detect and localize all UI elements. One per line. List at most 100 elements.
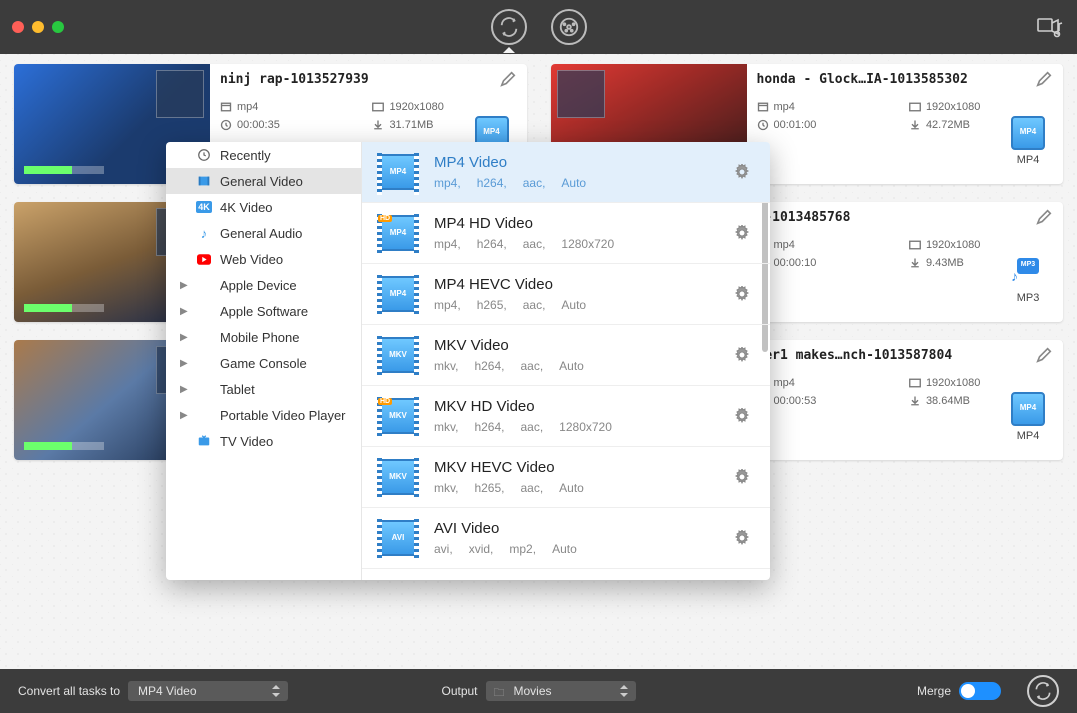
category-item[interactable]: ♪General Audio — [166, 220, 361, 246]
edit-icon[interactable] — [1035, 346, 1053, 364]
output-label: Output — [441, 684, 477, 698]
output-format-badge[interactable]: MP4 — [1011, 392, 1045, 442]
gear-icon[interactable] — [734, 469, 750, 485]
task-meta: mp4 1920x1080 00:00:35 31.71MB — [220, 101, 517, 131]
category-label: Portable Video Player — [220, 408, 346, 423]
format-icon: MKV — [378, 459, 418, 495]
format-name: MP4 HD Video — [434, 215, 630, 232]
format-item[interactable]: HDMKV MKV HD Video mkv,h264,aac,1280x720 — [362, 386, 770, 447]
merge-toggle[interactable] — [959, 682, 1001, 700]
format-name: MP4 HEVC Video — [434, 276, 602, 293]
convert-tab-icon[interactable] — [491, 9, 527, 45]
format-picker-popup: Recently General Video 4K 4K Video ♪General … — [166, 142, 770, 580]
category-item[interactable]: ▶Game Console — [166, 350, 361, 376]
edit-icon[interactable] — [499, 70, 517, 88]
category-label: Game Console — [220, 356, 307, 371]
task-meta: mp4 1920x1080 00:00:10 9.43MB — [757, 239, 1054, 269]
gear-icon[interactable] — [734, 225, 750, 241]
category-item[interactable]: ▶Mobile Phone — [166, 324, 361, 350]
task-title: ninj rap-1013527939 — [220, 72, 450, 87]
clock-icon — [196, 147, 212, 163]
gear-icon[interactable] — [734, 347, 750, 363]
format-detail: mp4,h264,aac,1280x720 — [434, 237, 630, 251]
output-format-badge[interactable]: MP4 — [1011, 116, 1045, 166]
category-item[interactable]: Web Video — [166, 246, 361, 272]
chevron-icon — [196, 355, 212, 371]
task-title: ler1 makes…nch-1013587804 — [757, 348, 987, 363]
format-item[interactable]: MP4 MP4 Video mp4,h264,aac,Auto — [362, 142, 770, 203]
format-icon: MKV — [378, 337, 418, 373]
format-icon: MP4 — [378, 276, 418, 312]
gear-icon[interactable] — [734, 286, 750, 302]
format-detail: mp4,h265,aac,Auto — [434, 298, 602, 312]
minimize-window-button[interactable] — [32, 21, 44, 33]
chevron-icon — [196, 381, 212, 397]
start-convert-button[interactable] — [1027, 675, 1059, 707]
format-item[interactable]: HDMP4MP4 HD Videomp4,h264,aac,1280x720 — [362, 203, 770, 264]
format-icon: AVI — [378, 520, 418, 556]
category-item[interactable]: TV Video — [166, 428, 361, 454]
format-item[interactable]: MKVMKV Videomkv,h264,aac,Auto — [362, 325, 770, 386]
format-detail: mp4,h264,aac,Auto — [434, 176, 602, 190]
category-item[interactable]: ▶Apple Device — [166, 272, 361, 298]
gear-icon[interactable] — [734, 164, 750, 180]
edit-icon[interactable] — [1035, 70, 1053, 88]
edit-icon[interactable] — [1035, 208, 1053, 226]
category-label: Tablet — [220, 382, 255, 397]
category-item[interactable]: ▶Apple Software — [166, 298, 361, 324]
format-icon: MP4 — [378, 154, 418, 190]
chevron-icon — [196, 407, 212, 423]
gear-icon[interactable] — [734, 408, 750, 424]
category-label: Web Video — [220, 252, 283, 267]
convert-all-label: Convert all tasks to — [18, 684, 120, 698]
mp4-icon — [1011, 116, 1045, 150]
category-label: TV Video — [220, 434, 273, 449]
category-label: Apple Device — [220, 278, 297, 293]
format-name: MKV HD Video — [434, 398, 628, 415]
footer-bar: Convert all tasks to MP4 Video Output 🗀M… — [0, 669, 1077, 713]
format-detail: mkv,h265,aac,Auto — [434, 481, 600, 495]
yt-icon — [196, 251, 212, 267]
folder-icon: 🗀 — [494, 684, 505, 703]
output-format-badge[interactable]: MP3 MP3 — [1011, 258, 1045, 304]
category-item[interactable]: ▶Tablet — [166, 376, 361, 402]
category-label: Apple Software — [220, 304, 308, 319]
chevron-icon — [196, 303, 212, 319]
close-window-button[interactable] — [12, 21, 24, 33]
category-label: General Audio — [220, 226, 302, 241]
category-label: General Video — [220, 174, 303, 189]
category-item[interactable]: Recently — [166, 142, 361, 168]
format-name: MKV Video — [434, 337, 600, 354]
task-title: honda - Glock…IA-1013585302 — [757, 72, 987, 87]
category-label: 4K Video — [220, 200, 273, 215]
library-icon[interactable] — [1035, 13, 1063, 41]
titlebar — [0, 0, 1077, 54]
media-tab-icon[interactable] — [551, 9, 587, 45]
film-icon — [196, 173, 212, 189]
category-item[interactable]: ▶Portable Video Player — [166, 402, 361, 428]
chevron-icon — [196, 329, 212, 345]
mp4-icon — [1011, 392, 1045, 426]
task-title: G-1013485768 — [757, 210, 987, 225]
mp3-icon: MP3 — [1011, 258, 1045, 288]
4k-icon: 4K — [196, 199, 212, 215]
tv-icon — [196, 433, 212, 449]
category-item[interactable]: 4K 4K Video — [166, 194, 361, 220]
chevron-icon — [196, 277, 212, 293]
format-item[interactable]: AVIAVI Videoavi,xvid,mp2,Auto — [362, 508, 770, 569]
convert-format-select[interactable]: MP4 Video — [128, 681, 288, 701]
format-item[interactable]: MP4 MP4 HEVC Video mp4,h265,aac,Auto — [362, 264, 770, 325]
category-label: Recently — [220, 148, 271, 163]
format-icon: HDMKV — [378, 398, 418, 434]
zoom-window-button[interactable] — [52, 21, 64, 33]
gear-icon[interactable] — [734, 530, 750, 546]
output-folder-select[interactable]: 🗀Movies — [486, 681, 636, 701]
format-list: MP4MP4 Videomp4,h264,aac,AutoHDMP4MP4 HD… — [362, 142, 770, 580]
format-name: AVI Video — [434, 520, 593, 537]
format-name: MP4 Video — [434, 154, 602, 171]
format-detail: mkv,h264,aac,1280x720 — [434, 420, 628, 434]
format-item[interactable]: MKVMKV HEVC Videomkv,h265,aac,Auto — [362, 447, 770, 508]
merge-label: Merge — [917, 684, 951, 698]
category-label: Mobile Phone — [220, 330, 300, 345]
category-item[interactable]: General Video — [166, 168, 361, 194]
